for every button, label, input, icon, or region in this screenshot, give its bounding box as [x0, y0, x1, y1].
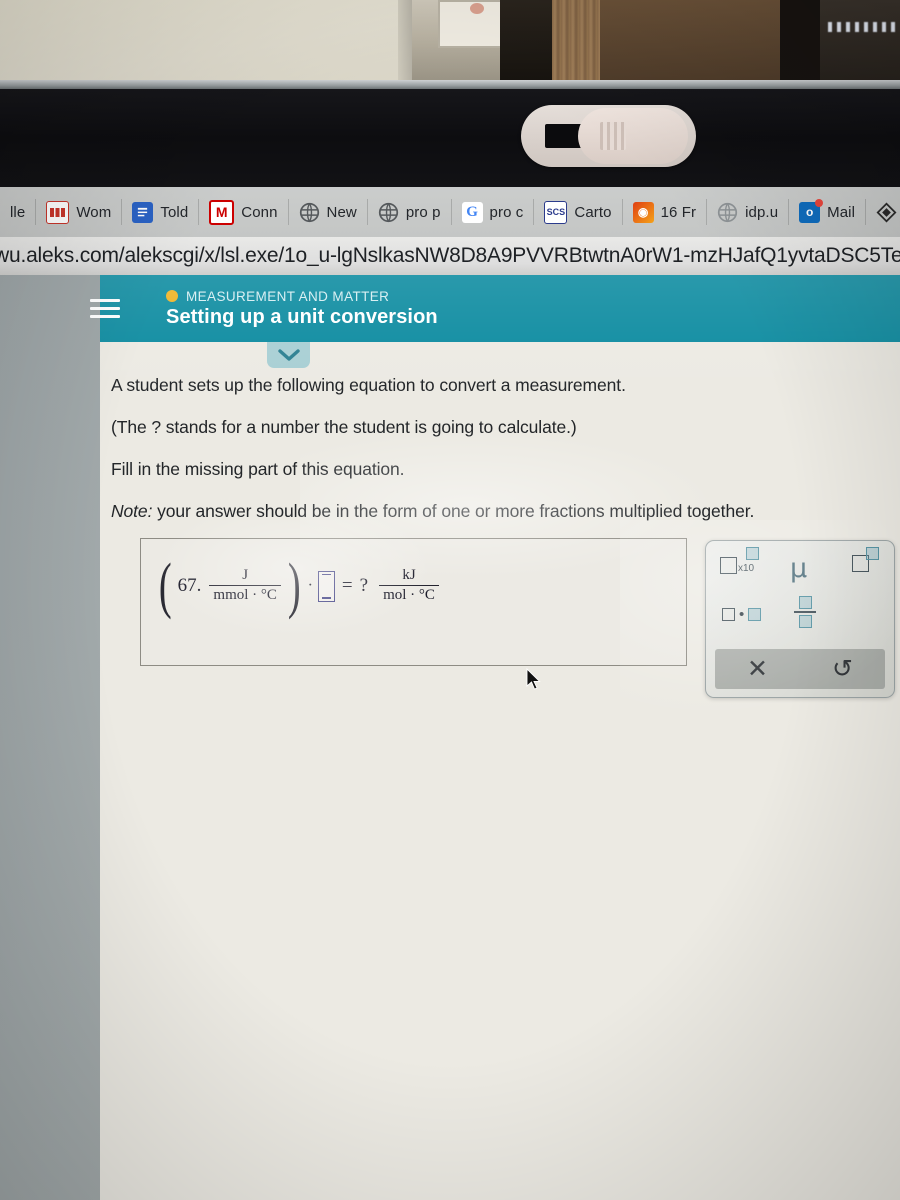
topic-row: MEASUREMENT AND MATTER — [166, 289, 438, 304]
bookmark-item-told[interactable]: Told — [122, 195, 198, 229]
multiply-button[interactable]: • — [722, 606, 762, 623]
superscript-box-icon — [866, 547, 879, 560]
undo-button[interactable]: ↺ — [800, 649, 885, 689]
fraction-given: J mmol · °C — [209, 566, 281, 606]
bookmark-item-16-fr[interactable]: ◉ 16 Fr — [623, 195, 707, 229]
question-note: Note: your answer should be in the form … — [111, 501, 891, 522]
right-paren: ) — [287, 552, 301, 620]
bookmark-item-carto[interactable]: SCS Carto — [534, 195, 621, 229]
equation: ( 67. J mmol · °C ) · = ? kJ mol · °C — [155, 555, 442, 617]
question-text-block: A student sets up the following equation… — [111, 375, 891, 543]
left-operand-box-icon — [722, 608, 735, 621]
left-paren: ( — [158, 552, 172, 620]
right-operand-box-icon — [748, 608, 762, 621]
multiplication-dot: · — [307, 577, 313, 594]
browser-address-bar[interactable]: wu.aleks.com/alekscgi/x/lsl.exe/1o_u-lgN… — [0, 237, 900, 275]
topic-status-dot-icon — [166, 290, 178, 302]
mcgraw-hill-m-icon: M — [209, 199, 235, 225]
scs-icon: SCS — [544, 200, 568, 224]
ceiling-lights — [828, 22, 900, 32]
laptop-bezel — [0, 89, 900, 187]
topic-label: MEASUREMENT AND MATTER — [186, 288, 390, 304]
denominator-box-icon — [798, 614, 812, 628]
bookmark-list: lle Wom Told M Conn New pro p Gpro c SCS Cart… — [0, 187, 900, 237]
globe-icon — [717, 202, 738, 222]
browser-bookmarks-bar: lle Wom Told M Conn New pro p Gpro c SCS Cart… — [0, 187, 900, 237]
math-symbol-palette[interactable]: x10 μ • ✕ ↺ — [705, 540, 895, 698]
url-text: wu.aleks.com/alekscgi/x/lsl.exe/1o_u-lgN… — [0, 244, 900, 267]
coefficient: 67. — [177, 575, 202, 596]
bookmark-item-pro-p[interactable]: pro p — [368, 195, 451, 229]
micro-prefix-button[interactable]: μ — [790, 553, 807, 584]
bookmark-label: Carto — [574, 203, 612, 221]
mouse-cursor — [526, 668, 541, 690]
hamburger-menu-icon[interactable] — [90, 294, 120, 323]
outlook-icon: o — [799, 198, 824, 223]
aleks-header: MEASUREMENT AND MATTER Setting up a unit… — [90, 275, 900, 342]
globe-icon — [299, 202, 319, 222]
document-icon — [132, 201, 154, 223]
bookmark-label: Conn — [241, 203, 278, 221]
bookmark-label: Mail — [827, 203, 856, 221]
diamond-icon — [876, 202, 897, 222]
question-line-2: (The ? stands for a number the student i… — [111, 417, 577, 437]
google-g-icon: G — [461, 201, 483, 223]
note-label: Note: — [111, 501, 153, 521]
bookmark-item-new[interactable]: New — [289, 195, 367, 229]
bookmark-label: pro p — [405, 203, 441, 221]
mu-label: μ — [790, 553, 808, 584]
exponent-button[interactable] — [852, 547, 879, 572]
bookmark-item-conn[interactable]: M Conn — [199, 195, 287, 229]
globe-icon — [378, 202, 398, 222]
wom-tile-icon — [46, 200, 70, 224]
bookmark-item-pro-c[interactable]: Gpro c — [452, 195, 534, 229]
chevron-down-icon — [277, 348, 300, 361]
bookmark-label: 16 Fr — [660, 203, 697, 221]
bookmark-label: lle — [10, 203, 26, 221]
bookmark-label: pro c — [489, 203, 524, 221]
exponent-box-icon — [746, 547, 759, 560]
answer-work-area[interactable]: ( 67. J mmol · °C ) · = ? kJ mol · °C — [140, 538, 687, 666]
bookmark-item-lle[interactable]: lle — [0, 195, 35, 229]
bookmark-item-wom[interactable]: Wom — [36, 195, 121, 229]
page-title: Setting up a unit conversion — [166, 305, 438, 328]
webcam-slider[interactable] — [578, 108, 688, 164]
fraction-numerator: kJ — [402, 567, 416, 584]
bookmark-item-more[interactable] — [866, 195, 900, 229]
bookmark-label: idp.u — [745, 203, 779, 221]
placeholder-box-icon — [720, 557, 737, 574]
bookmark-item-idp-u[interactable]: idp.u — [707, 195, 788, 229]
fraction-denominator: mmol · °C — [213, 587, 277, 604]
scientific-notation-button[interactable]: x10 — [720, 547, 759, 574]
aleks-content-area: MEASUREMENT AND MATTER Setting up a unit… — [90, 275, 900, 1200]
fraction-numerator: J — [242, 567, 249, 584]
dot-operator-label: • — [739, 606, 745, 623]
question-mark-placeholder: ? — [359, 575, 369, 596]
bookmark-label: Wom — [76, 203, 112, 221]
laptop-lid-edge — [0, 80, 900, 89]
webcam-slider-grip-icon — [600, 122, 626, 150]
fraction-button[interactable] — [794, 596, 816, 628]
bookmark-label: Told — [160, 203, 189, 221]
palette-buttons: x10 μ • — [706, 541, 894, 645]
answer-input[interactable] — [317, 570, 335, 602]
clear-button[interactable]: ✕ — [715, 649, 800, 689]
collapse-header-button[interactable] — [267, 342, 310, 368]
fraction-bar-icon — [794, 611, 816, 613]
question-line-1: A student sets up the following equation… — [111, 375, 626, 395]
note-text: your answer should be in the form of one… — [152, 501, 755, 521]
appliance-magnet — [470, 3, 484, 14]
scientific-notation-label: x10 — [738, 563, 755, 574]
question-line-3: Fill in the missing part of this equatio… — [111, 459, 405, 479]
fraction-denominator: mol · °C — [383, 587, 435, 604]
equals-sign: = — [341, 575, 353, 596]
orange-flame-icon: ◉ — [632, 201, 654, 223]
numerator-box-icon — [798, 596, 812, 609]
bookmark-label: New — [326, 203, 357, 221]
bookmark-item-mail[interactable]: o Mail — [789, 195, 865, 229]
palette-actions: ✕ ↺ — [715, 649, 885, 689]
fraction-target: kJ mol · °C — [379, 566, 439, 606]
page-background: MEASUREMENT AND MATTER Setting up a unit… — [0, 275, 900, 1200]
